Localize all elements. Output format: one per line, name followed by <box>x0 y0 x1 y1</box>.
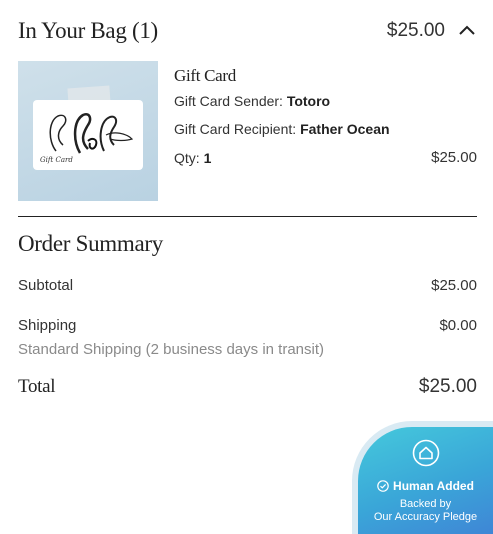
total-row: Total $25.00 <box>18 376 477 398</box>
badge-line1: Human Added <box>358 479 493 493</box>
qty-label: Qty: <box>174 150 200 166</box>
subtotal-value: $25.00 <box>431 277 477 294</box>
item-name: Gift Card <box>174 66 236 85</box>
item-price: $25.00 <box>431 149 477 166</box>
recipient-label: Gift Card Recipient: <box>174 121 297 137</box>
accuracy-badge[interactable]: Human Added Backed by Our Accuracy Pledg… <box>352 421 493 534</box>
bag-title: In Your Bag (1) <box>18 18 158 43</box>
shipping-row: Shipping $0.00 <box>18 317 477 334</box>
subtotal-row: Subtotal $25.00 <box>18 277 477 294</box>
chevron-up-icon[interactable] <box>457 21 477 41</box>
check-circle-icon <box>377 480 389 492</box>
home-shield-icon <box>412 439 440 467</box>
shipping-value: $0.00 <box>439 317 477 334</box>
badge-subtitle-2: Our Accuracy Pledge <box>373 511 478 523</box>
bag-header-right: $25.00 <box>387 20 477 42</box>
shipping-note: Standard Shipping (2 business days in tr… <box>18 341 325 358</box>
badge-title: Human Added <box>393 479 474 493</box>
bag-header[interactable]: In Your Bag (1) $25.00 <box>18 14 477 48</box>
badge-body: Human Added Backed by Our Accuracy Pledg… <box>358 427 493 534</box>
item-recipient: Gift Card Recipient: Father Ocean <box>174 121 390 137</box>
item-quantity: Qty: 1 <box>174 150 211 166</box>
sender-label: Gift Card Sender: <box>174 93 283 109</box>
recipient-value: Father Ocean <box>300 121 390 137</box>
total-value: $25.00 <box>418 376 477 397</box>
order-summary-title: Order Summary <box>18 231 163 256</box>
qty-value: 1 <box>203 150 212 166</box>
divider <box>18 216 477 217</box>
shipping-label: Shipping <box>18 317 77 334</box>
total-label: Total <box>18 376 56 397</box>
sender-value: Totoro <box>286 93 331 109</box>
badge-subtitle-1: Backed by <box>399 498 452 510</box>
subtotal-label: Subtotal <box>18 277 74 294</box>
card-image-text: Gift Card <box>40 156 73 164</box>
gift-card-image: Gift Card <box>18 61 158 201</box>
bag-total: $25.00 <box>386 20 445 41</box>
item-sender: Gift Card Sender: Totoro <box>174 93 330 109</box>
